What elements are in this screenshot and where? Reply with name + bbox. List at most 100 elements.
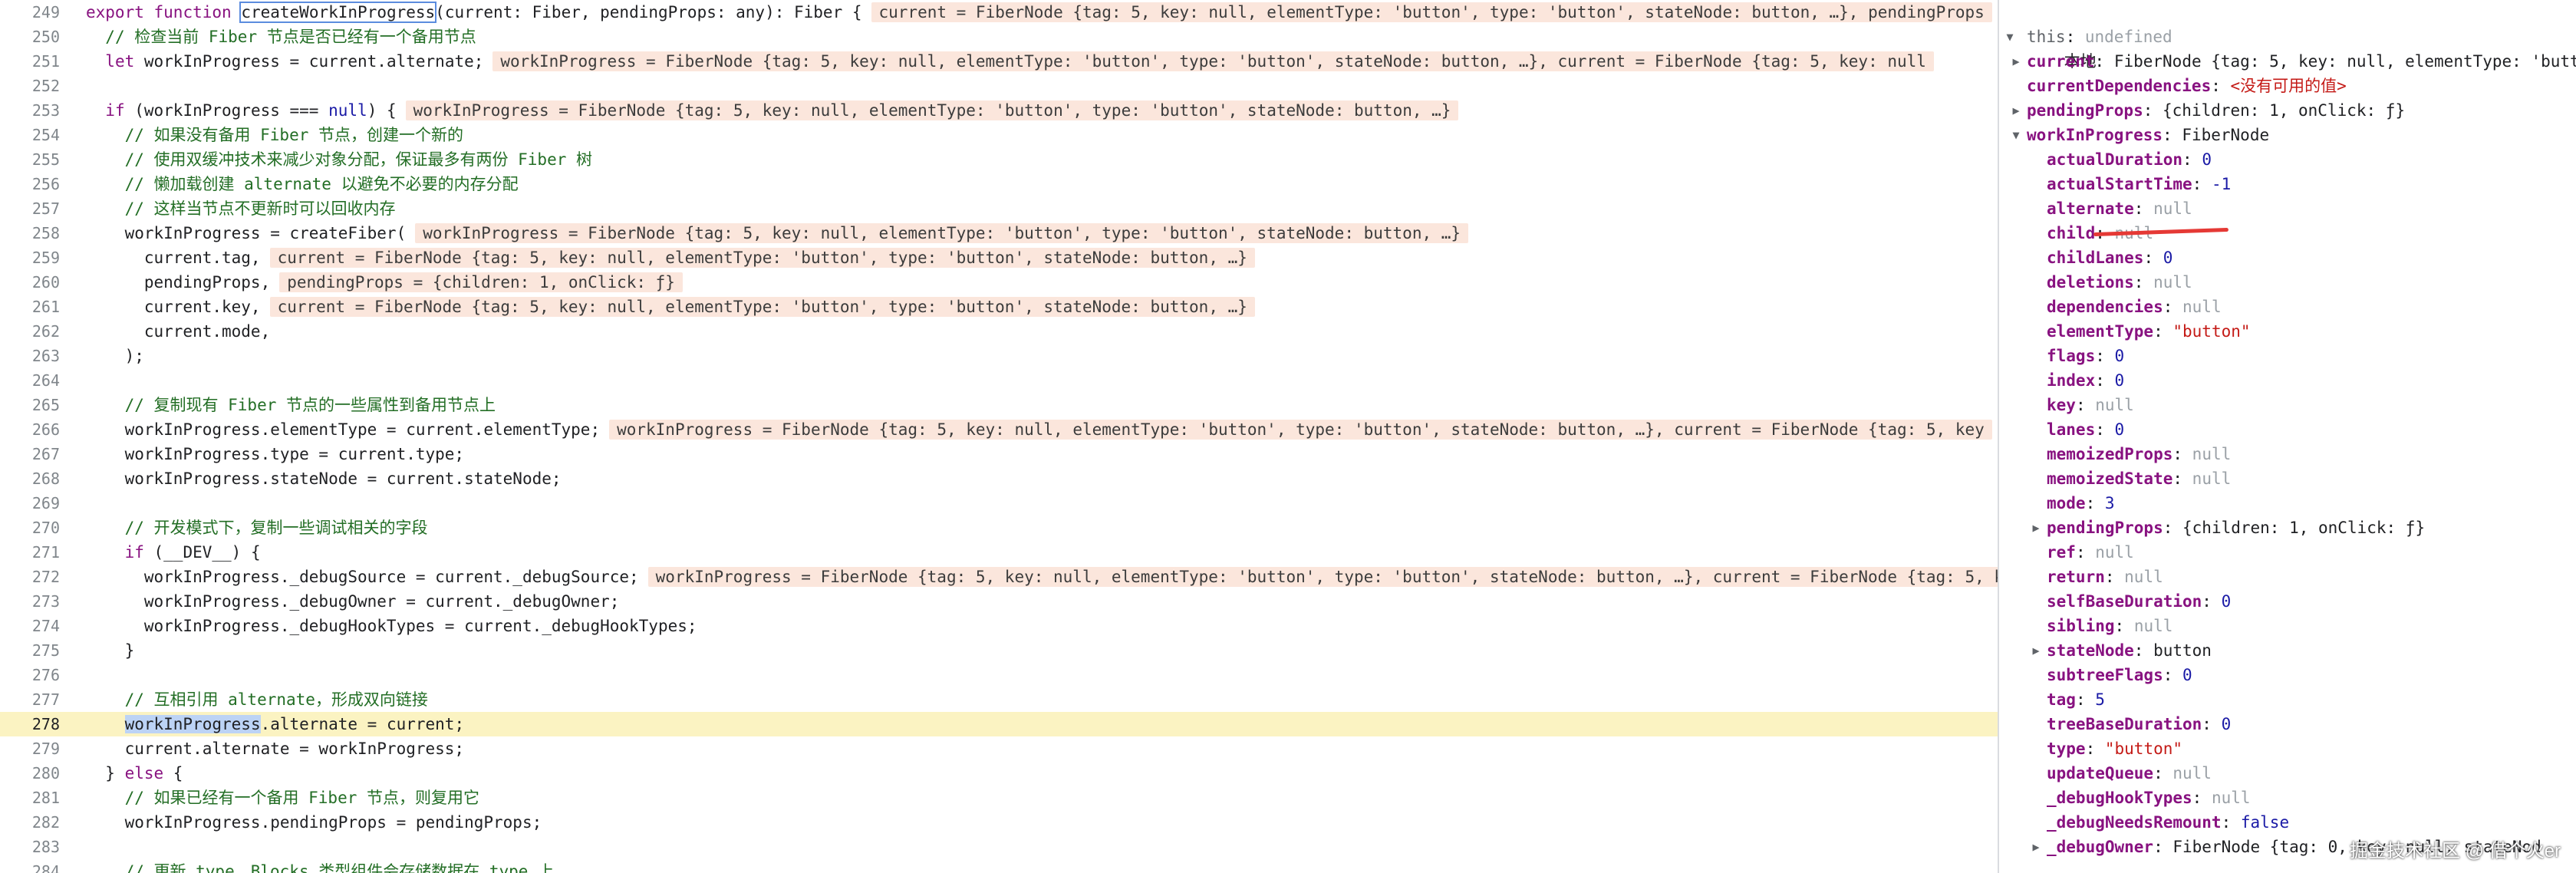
scope-property-row[interactable]: type: "button": [1999, 736, 2576, 761]
chevron-right-icon[interactable]: ▶: [2010, 49, 2022, 74]
line-number[interactable]: 265: [0, 393, 60, 417]
scope-property-row[interactable]: return: null: [1999, 565, 2576, 589]
code-line[interactable]: 270 // 开发模式下，复制一些调试相关的字段: [0, 516, 1998, 540]
line-number[interactable]: 249: [0, 0, 60, 25]
code-line[interactable]: 262 current.mode,: [0, 319, 1998, 344]
scope-property-row[interactable]: memoizedState: null: [1999, 466, 2576, 491]
scope-property-row[interactable]: selfBaseDuration: 0: [1999, 589, 2576, 614]
code-line[interactable]: 269: [0, 491, 1998, 516]
inline-value[interactable]: workInProgress = FiberNode {tag: 5, key:…: [609, 420, 1992, 440]
line-number[interactable]: 280: [0, 761, 60, 786]
line-number[interactable]: 257: [0, 196, 60, 221]
line-number[interactable]: 271: [0, 540, 60, 565]
property-value[interactable]: {children: 1, onClick: ƒ}: [2163, 101, 2405, 120]
scope-property-row[interactable]: _debugNeedsRemount: false: [1999, 810, 2576, 835]
scope-property-row[interactable]: dependencies: null: [1999, 295, 2576, 319]
property-value[interactable]: null: [2095, 396, 2134, 414]
scope-property-row[interactable]: ▶ pendingProps: {children: 1, onClick: ƒ}: [1999, 98, 2576, 123]
property-value[interactable]: false: [2241, 813, 2289, 832]
scope-property-row[interactable]: ref: null: [1999, 540, 2576, 565]
scope-property-row[interactable]: lanes: 0: [1999, 417, 2576, 442]
code-line[interactable]: 277 // 互相引用 alternate，形成双向链接: [0, 687, 1998, 712]
code-line[interactable]: 249 export function createWorkInProgress(…: [0, 0, 1998, 25]
property-value[interactable]: 0: [2202, 150, 2212, 169]
property-value[interactable]: null: [2153, 199, 2192, 218]
property-value[interactable]: null: [2172, 764, 2212, 782]
property-value[interactable]: <没有可用的值>: [2231, 77, 2347, 95]
scope-property-row[interactable]: treeBaseDuration: 0: [1999, 712, 2576, 736]
scope-property-row[interactable]: memoizedProps: null: [1999, 442, 2576, 466]
property-value[interactable]: -1: [2212, 175, 2231, 193]
code-line[interactable]: 281 // 如果已经有一个备用 Fiber 节点，则复用它: [0, 786, 1998, 810]
code-line[interactable]: 271 if (__DEV__) {: [0, 540, 1998, 565]
code-line[interactable]: 282 workInProgress.pendingProps = pendin…: [0, 810, 1998, 835]
line-number[interactable]: 269: [0, 491, 60, 516]
code-line[interactable]: 278 workInProgress.alternate = current;: [0, 712, 1998, 736]
property-value[interactable]: {children: 1, onClick: ƒ}: [2182, 519, 2425, 537]
property-value[interactable]: null: [2182, 298, 2222, 316]
line-number[interactable]: 251: [0, 49, 60, 74]
inline-value[interactable]: workInProgress = FiberNode {tag: 5, key:…: [647, 567, 1998, 587]
line-number[interactable]: 260: [0, 270, 60, 295]
code-line[interactable]: 280 } else {: [0, 761, 1998, 786]
property-value[interactable]: FiberNode {tag: 5, key: null, elementTyp…: [2114, 52, 2576, 71]
property-value[interactable]: button: [2153, 641, 2212, 660]
chevron-right-icon[interactable]: ▶: [2030, 516, 2042, 540]
scope-property-row[interactable]: childLanes: 0: [1999, 245, 2576, 270]
property-value[interactable]: 0: [2115, 371, 2125, 390]
inline-value[interactable]: workInProgress = FiberNode {tag: 5, key:…: [405, 100, 1459, 120]
code-line[interactable]: 251 let workInProgress = current.alterna…: [0, 49, 1998, 74]
code-line[interactable]: 255 // 使用双缓冲技术来减少对象分配，保证最多有两份 Fiber 树: [0, 147, 1998, 172]
scope-property-row[interactable]: ▶ current: FiberNode {tag: 5, key: null, …: [1999, 49, 2576, 74]
line-number[interactable]: 273: [0, 589, 60, 614]
code-line[interactable]: 283: [0, 835, 1998, 859]
code-line[interactable]: 264: [0, 368, 1998, 393]
scope-property-row[interactable]: ▶ pendingProps: {children: 1, onClick: ƒ}: [1999, 516, 2576, 540]
inline-value[interactable]: workInProgress = FiberNode {tag: 5, key:…: [492, 51, 1934, 71]
property-value[interactable]: 0: [2222, 592, 2232, 611]
scope-header[interactable]: ▼ 本地: [1999, 0, 2576, 71]
property-value[interactable]: null: [2192, 469, 2232, 488]
inline-value[interactable]: current = FiberNode {tag: 5, key: null, …: [269, 297, 1255, 317]
scope-property-row[interactable]: _debugHookTypes: null: [1999, 786, 2576, 810]
line-number[interactable]: 284: [0, 859, 60, 873]
property-value[interactable]: 0: [2182, 666, 2192, 684]
line-number[interactable]: 278: [0, 712, 60, 736]
scope-property-row[interactable]: key: null: [1999, 393, 2576, 417]
code-line[interactable]: 254 // 如果没有备用 Fiber 节点，创建一个新的: [0, 123, 1998, 147]
inline-value[interactable]: current = FiberNode {tag: 5, key: null, …: [871, 2, 1992, 22]
code-line[interactable]: 261 current.key, current = FiberNode {tag…: [0, 295, 1998, 319]
line-number[interactable]: 255: [0, 147, 60, 172]
line-number[interactable]: 252: [0, 74, 60, 98]
code-line[interactable]: 267 workInProgress.type = current.type;: [0, 442, 1998, 466]
line-number[interactable]: 277: [0, 687, 60, 712]
inline-value[interactable]: workInProgress = FiberNode {tag: 5, key:…: [415, 223, 1469, 243]
scope-property-row[interactable]: deletions: null: [1999, 270, 2576, 295]
property-value[interactable]: null: [2095, 543, 2134, 562]
code-line[interactable]: 275 }: [0, 638, 1998, 663]
scope-property-row[interactable]: currentDependencies: <没有可用的值>: [1999, 74, 2576, 98]
line-number[interactable]: 256: [0, 172, 60, 196]
scope-property-row[interactable]: actualStartTime: -1: [1999, 172, 2576, 196]
code-line[interactable]: 252: [0, 74, 1998, 98]
code-line[interactable]: 266 workInProgress.elementType = current…: [0, 417, 1998, 442]
source-editor[interactable]: 249 export function createWorkInProgress(…: [0, 0, 1998, 873]
inline-value[interactable]: pendingProps = {children: 1, onClick: ƒ}: [279, 272, 683, 292]
code-line[interactable]: 265 // 复制现有 Fiber 节点的一些属性到备用节点上: [0, 393, 1998, 417]
property-value[interactable]: 0: [2115, 420, 2125, 439]
code-line[interactable]: 272 workInProgress._debugSource = curren…: [0, 565, 1998, 589]
property-value[interactable]: null: [2153, 273, 2192, 292]
chevron-down-icon[interactable]: ▼: [2010, 123, 2022, 147]
line-number[interactable]: 261: [0, 295, 60, 319]
property-value[interactable]: 0: [2115, 347, 2125, 365]
code-line[interactable]: 250 // 检查当前 Fiber 节点是否已经有一个备用节点: [0, 25, 1998, 49]
chevron-right-icon[interactable]: ▶: [2030, 835, 2042, 859]
scope-property-row[interactable]: index: 0: [1999, 368, 2576, 393]
code-line[interactable]: 268 workInProgress.stateNode = current.s…: [0, 466, 1998, 491]
property-value[interactable]: 0: [2222, 715, 2232, 733]
line-number[interactable]: 250: [0, 25, 60, 49]
scope-property-row[interactable]: ▶ stateNode: button: [1999, 638, 2576, 663]
line-number[interactable]: 267: [0, 442, 60, 466]
line-number[interactable]: 259: [0, 245, 60, 270]
line-number[interactable]: 268: [0, 466, 60, 491]
